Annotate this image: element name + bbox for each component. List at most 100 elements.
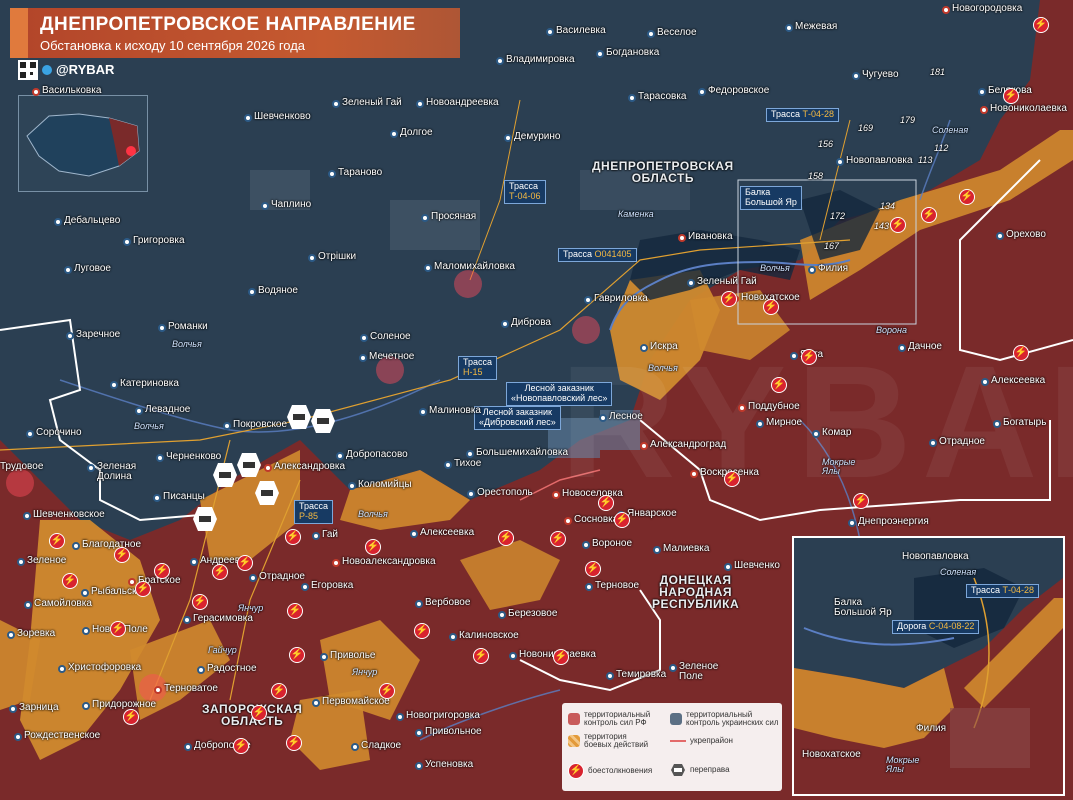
town-ternovoe[interactable]: Терновое [595, 581, 639, 591]
qr-code-icon[interactable] [18, 60, 38, 80]
town-otradnoe2[interactable]: Отрадное [259, 572, 305, 582]
clash-marker-icon[interactable]: ⚡ [959, 189, 975, 205]
town-kalinovskoe[interactable]: Калиновское [459, 631, 519, 641]
town-vladimirovka[interactable]: Владимировка [506, 55, 575, 65]
town-malievka[interactable]: Малиевка [663, 544, 709, 554]
town-lesnoe[interactable]: Лесное [609, 412, 643, 422]
clash-marker-icon[interactable]: ⚡ [123, 709, 139, 725]
town-novopavlovka[interactable]: Новопавловка [846, 156, 913, 166]
clash-marker-icon[interactable]: ⚡ [890, 217, 906, 233]
town-orekhovo[interactable]: Орехово [1006, 230, 1046, 240]
town-komar[interactable]: Комар [822, 428, 851, 438]
town-zelenaya-dolina[interactable]: Зеленая Долина [97, 462, 136, 482]
clash-marker-icon[interactable]: ⚡ [49, 533, 65, 549]
town-poddubnoe[interactable]: Поддубное [748, 402, 800, 412]
town-mechetnoe[interactable]: Мечетное [369, 352, 414, 362]
clash-marker-icon[interactable]: ⚡ [801, 349, 817, 365]
clash-marker-icon[interactable]: ⚡ [289, 647, 305, 663]
town-tikhoe[interactable]: Тихое [454, 459, 481, 469]
town-uspenovka[interactable]: Успеновка [425, 760, 473, 770]
town-kolomiytsy[interactable]: Коломийцы [358, 480, 412, 490]
town-zelenoe[interactable]: Зеленое [27, 556, 66, 566]
clash-marker-icon[interactable]: ⚡ [251, 705, 267, 721]
town-pokrovskoe[interactable]: Покровское [233, 420, 287, 430]
clash-marker-icon[interactable]: ⚡ [1033, 17, 1049, 33]
clash-marker-icon[interactable]: ⚡ [110, 621, 126, 637]
town-levadnoe[interactable]: Левадное [145, 405, 190, 415]
clash-marker-icon[interactable]: ⚡ [763, 299, 779, 315]
clash-marker-icon[interactable]: ⚡ [853, 493, 869, 509]
town-aleksandrograd[interactable]: Александроград [650, 440, 726, 450]
town-voronoe[interactable]: Вороное [592, 539, 632, 549]
town-malinovka[interactable]: Малиновка [429, 406, 481, 416]
clash-marker-icon[interactable]: ⚡ [365, 539, 381, 555]
clash-marker-icon[interactable]: ⚡ [154, 563, 170, 579]
town-egorovka[interactable]: Егоровка [311, 581, 353, 591]
town-novoandreevka[interactable]: Новоандреевка [426, 98, 499, 108]
town-bogatyr[interactable]: Богатырь [1003, 418, 1046, 428]
town-sosnovka[interactable]: Сосновка [574, 515, 618, 525]
town-gai[interactable]: Гай [322, 530, 338, 540]
clash-marker-icon[interactable]: ⚡ [598, 495, 614, 511]
town-novogrigorovka[interactable]: Новогригоровка [406, 711, 480, 721]
town-fedorovskoe[interactable]: Федоровское [708, 86, 769, 96]
clash-marker-icon[interactable]: ⚡ [550, 531, 566, 547]
town-zarnitsa[interactable]: Зарница [19, 703, 59, 713]
town-zelenoe-pole[interactable]: Зеленое Поле [679, 662, 718, 682]
clash-marker-icon[interactable]: ⚡ [286, 735, 302, 751]
town-sladkoe[interactable]: Сладкое [361, 741, 401, 751]
clash-marker-icon[interactable]: ⚡ [414, 623, 430, 639]
town-temirovka[interactable]: Темировка [616, 670, 666, 680]
town-radostnoe[interactable]: Радостное [207, 664, 257, 674]
clash-marker-icon[interactable]: ⚡ [1003, 88, 1019, 104]
clash-marker-icon[interactable]: ⚡ [192, 594, 208, 610]
town-novoselovka[interactable]: Новоселовка [562, 489, 623, 499]
clash-marker-icon[interactable]: ⚡ [1013, 345, 1029, 361]
channel-handle[interactable]: @RYBAR [56, 62, 114, 77]
town-vasilkovka[interactable]: Васильковка [42, 86, 101, 96]
town-verbovoe[interactable]: Вербовое [425, 598, 470, 608]
clash-marker-icon[interactable]: ⚡ [212, 564, 228, 580]
town-debaltsevo[interactable]: Дебальцево [64, 216, 120, 226]
town-katerinovka[interactable]: Катериновка [120, 379, 179, 389]
town-trudovoe[interactable]: Трудовое [0, 462, 43, 472]
town-rozhdestvenskoe[interactable]: Рождественское [24, 731, 100, 741]
town-veseloe[interactable]: Веселое [657, 28, 697, 38]
clash-marker-icon[interactable]: ⚡ [287, 603, 303, 619]
town-berezovoe[interactable]: Березовое [508, 609, 557, 619]
town-novogrodovka[interactable]: Новогородовка [952, 4, 1022, 14]
town-zeleny-gai[interactable]: Зеленый Гай [342, 98, 402, 108]
town-aleksandrovka[interactable]: Александровка [274, 462, 345, 472]
town-vodyanoe[interactable]: Водяное [258, 286, 298, 296]
town-dolgoe[interactable]: Долгое [400, 128, 433, 138]
town-gerasimovka[interactable]: Герасимовка [193, 614, 253, 624]
clash-marker-icon[interactable]: ⚡ [771, 377, 787, 393]
clash-marker-icon[interactable]: ⚡ [114, 547, 130, 563]
clash-marker-icon[interactable]: ⚡ [271, 683, 287, 699]
town-pervomayskoe[interactable]: Первомайское [322, 697, 390, 707]
town-romanki[interactable]: Романки [168, 322, 208, 332]
town-chuguevo[interactable]: Чугуево [862, 70, 899, 80]
town-dobropasovo[interactable]: Добропасово [346, 450, 408, 460]
town-demurino[interactable]: Демурино [514, 132, 560, 142]
town-yanvarskoe[interactable]: Январское [627, 509, 677, 519]
inset-map[interactable]: Новопавловка Филия Новохатское Балка Бол… [792, 536, 1065, 796]
town-taranovo[interactable]: Тараново [338, 168, 382, 178]
clash-marker-icon[interactable]: ⚡ [724, 471, 740, 487]
town-maloмikhailovka[interactable]: Маломихайловка [434, 262, 515, 272]
town-filiya[interactable]: Филия [818, 264, 848, 274]
clash-marker-icon[interactable]: ⚡ [62, 573, 78, 589]
town-bolshemikhailovka[interactable]: Большемихайловка [476, 448, 568, 458]
town-shevchenkovo[interactable]: Шевченково [254, 112, 311, 122]
clash-marker-icon[interactable]: ⚡ [285, 529, 301, 545]
town-bogdanovka[interactable]: Богдановка [606, 48, 659, 58]
town-alekseevka2[interactable]: Алексеевка [420, 528, 474, 538]
town-khristoforovka[interactable]: Христофоровка [68, 663, 141, 673]
town-mezhevaya[interactable]: Межевая [795, 22, 837, 32]
town-privolnoe2[interactable]: Привольное [425, 727, 482, 737]
clash-marker-icon[interactable]: ⚡ [379, 683, 395, 699]
town-shevchenkovskoe[interactable]: Шевченковское [33, 510, 105, 520]
clash-marker-icon[interactable]: ⚡ [135, 581, 151, 597]
town-pisantsy[interactable]: Писанцы [163, 492, 205, 502]
town-ternovatoe[interactable]: Терноватое [164, 684, 218, 694]
